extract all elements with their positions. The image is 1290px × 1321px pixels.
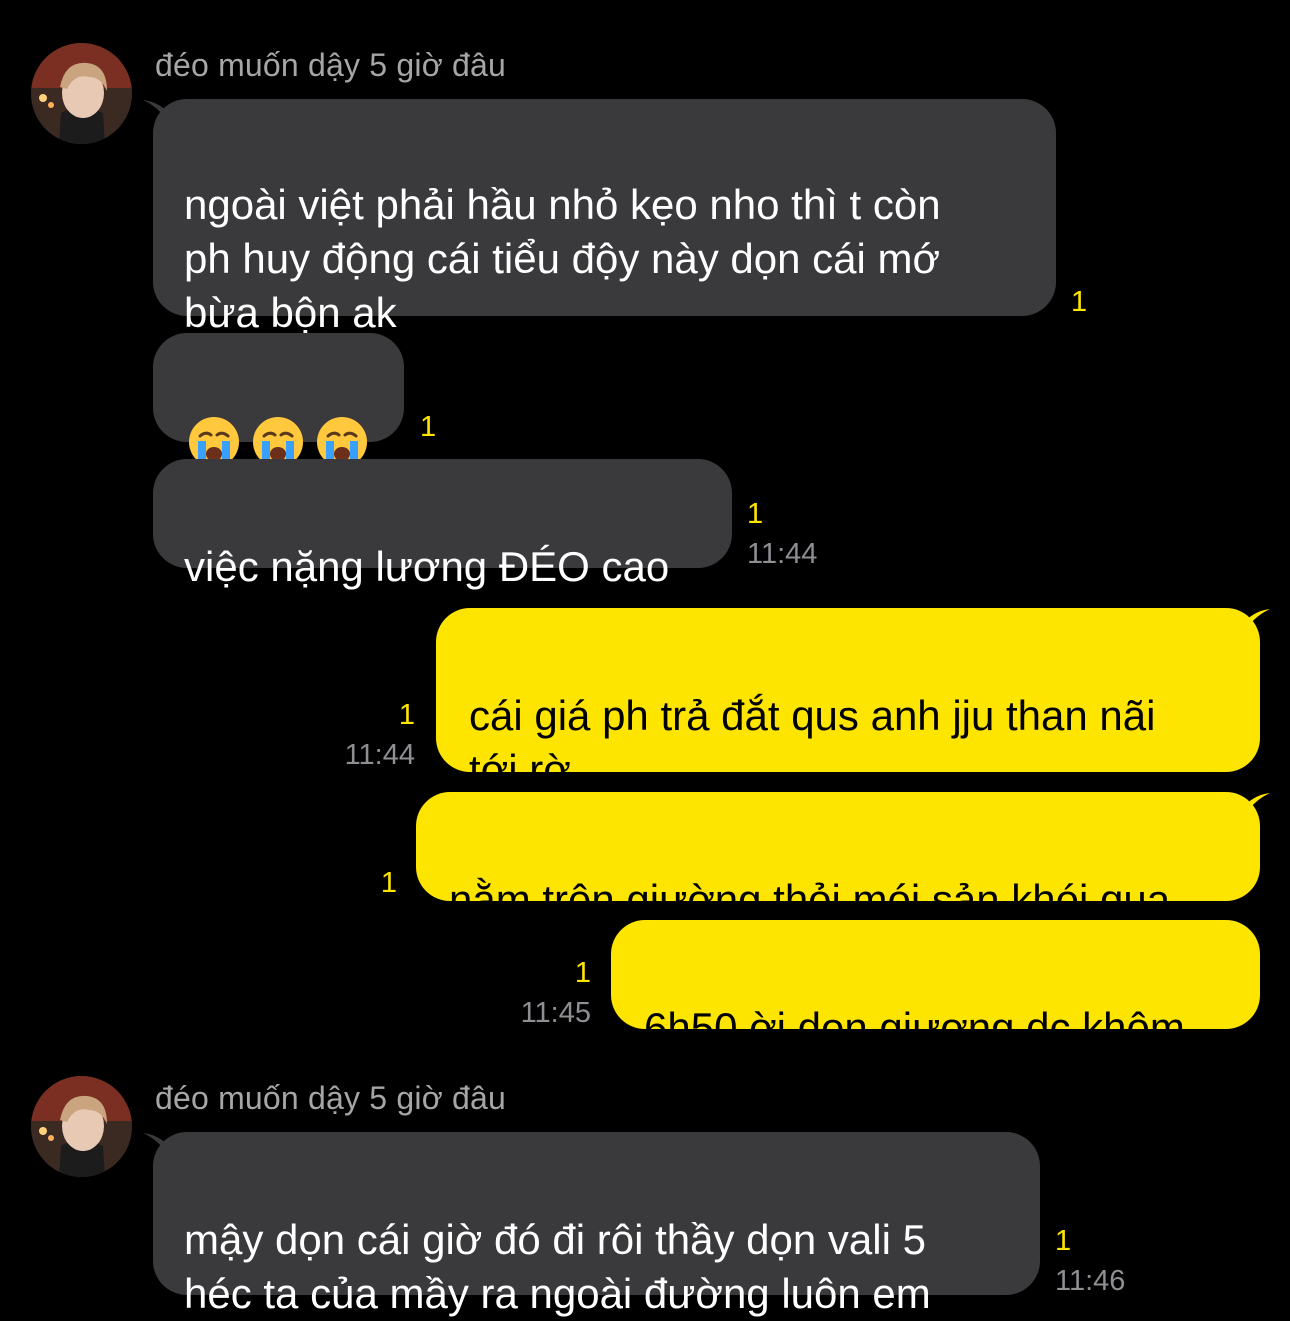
message-bubble-outgoing[interactable]: nằm trên giường thỏi mói sản khói quạ	[416, 792, 1260, 923]
message-meta: 1	[420, 411, 436, 443]
message-bubble-incoming[interactable]: việc nặng lương ĐÉO cao	[153, 459, 732, 590]
message-meta: 1 11:44	[345, 699, 415, 771]
message-text: 6h50 ời dọn giương dc khôm	[644, 1004, 1185, 1051]
message-meta: 1	[381, 867, 397, 899]
sender-avatar[interactable]	[31, 1076, 132, 1177]
message-bubble-outgoing[interactable]: 6h50 ời dọn giương dc khôm	[611, 920, 1260, 1051]
unread-count: 1	[380, 867, 397, 899]
message-time: 11:46	[1055, 1265, 1126, 1297]
message-time: 11:45	[520, 997, 591, 1029]
unread-count: 1	[1071, 286, 1088, 318]
message-text: nằm trên giường thỏi mói sản khói quạ	[449, 876, 1171, 923]
message-meta: 1 11:45	[521, 957, 591, 1029]
message-bubble-incoming[interactable]: mậy dọn cái giờ đó đi rôi thầy dọn vali …	[153, 1132, 1040, 1317]
unread-count: 1	[574, 957, 591, 989]
message-text: việc nặng lương ĐÉO cao	[184, 543, 670, 590]
unread-count: 1	[747, 498, 764, 530]
message-text: mậy dọn cái giờ đó đi rôi thầy dọn vali …	[184, 1216, 931, 1317]
sender-name: đéo muốn dậy 5 giờ đâu	[155, 47, 506, 83]
unread-count: 1	[420, 411, 437, 443]
unread-count: 1	[1055, 1225, 1072, 1257]
message-bubble-incoming[interactable]	[153, 333, 404, 467]
message-text: ngoài việt phải hầu nhỏ kẹo nho thì t cò…	[184, 181, 941, 336]
message-time: 11:44	[344, 739, 415, 771]
sender-name: đéo muốn dậy 5 giờ đâu	[155, 1080, 506, 1116]
message-text: cái giá ph trả đắt qus anh jju than nãi …	[469, 692, 1156, 793]
message-time: 11:44	[747, 538, 818, 570]
message-meta: 1	[1071, 286, 1087, 318]
message-bubble-incoming[interactable]: ngoài việt phải hầu nhỏ kẹo nho thì t cò…	[153, 99, 1056, 336]
message-bubble-outgoing[interactable]: cái giá ph trả đắt qus anh jju than nãi …	[436, 608, 1260, 793]
unread-count: 1	[398, 699, 415, 731]
sender-avatar[interactable]	[31, 43, 132, 144]
message-meta: 1 11:44	[747, 498, 817, 570]
message-meta: 1 11:46	[1055, 1225, 1125, 1297]
